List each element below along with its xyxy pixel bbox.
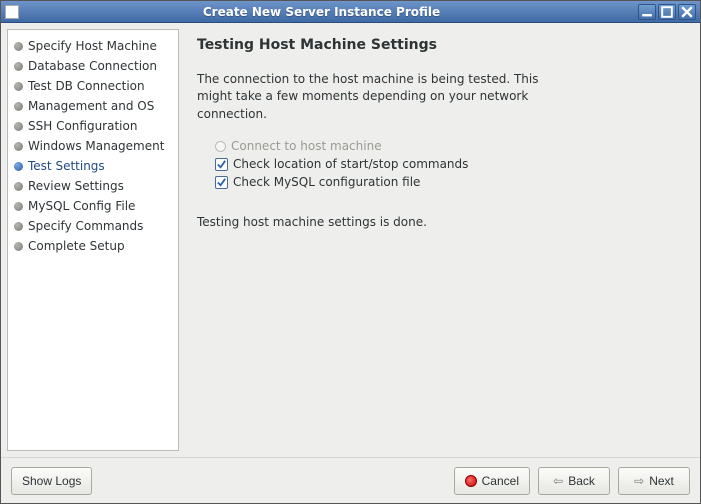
sidebar-item-label: Specify Commands <box>28 219 143 233</box>
maximize-icon <box>659 4 675 20</box>
sidebar-item-mysql-config-file[interactable]: MySQL Config File <box>12 196 174 216</box>
sidebar-item-complete-setup[interactable]: Complete Setup <box>12 236 174 256</box>
step-bullet-icon <box>14 42 23 51</box>
check-label: Connect to host machine <box>231 139 382 153</box>
page-heading: Testing Host Machine Settings <box>197 37 682 53</box>
sidebar-item-label: Review Settings <box>28 179 124 193</box>
window-controls <box>638 4 696 20</box>
step-bullet-icon <box>14 202 23 211</box>
sidebar-item-windows-management[interactable]: Windows Management <box>12 136 174 156</box>
step-bullet-icon <box>14 62 23 71</box>
step-bullet-icon <box>14 182 23 191</box>
wizard-window: Create New Server Instance Profile Speci… <box>0 0 701 504</box>
next-arrow-icon: ⇨ <box>634 474 644 488</box>
back-arrow-icon: ⇦ <box>553 474 563 488</box>
sidebar-item-database-connection[interactable]: Database Connection <box>12 56 174 76</box>
back-button[interactable]: ⇦ Back <box>538 467 610 495</box>
main-panel: Testing Host Machine Settings The connec… <box>179 23 700 457</box>
check-label: Check MySQL configuration file <box>233 175 420 189</box>
step-bullet-icon <box>14 122 23 131</box>
sidebar-item-review-settings[interactable]: Review Settings <box>12 176 174 196</box>
status-text: Testing host machine settings is done. <box>197 215 682 229</box>
sidebar-item-label: MySQL Config File <box>28 199 135 213</box>
step-bullet-icon <box>14 162 23 171</box>
sidebar-item-label: Test DB Connection <box>28 79 145 93</box>
sidebar-item-specify-host-machine[interactable]: Specify Host Machine <box>12 36 174 56</box>
step-bullet-icon <box>14 222 23 231</box>
sidebar-item-test-settings[interactable]: Test Settings <box>12 156 174 176</box>
checkmark-icon <box>215 176 228 189</box>
next-label: Next <box>649 474 674 488</box>
cancel-label: Cancel <box>482 474 519 488</box>
sidebar-item-label: Management and OS <box>28 99 154 113</box>
wizard-steps-sidebar: Specify Host Machine Database Connection T… <box>7 29 179 451</box>
minimize-button[interactable] <box>638 4 656 20</box>
sidebar-item-management-and-os[interactable]: Management and OS <box>12 96 174 116</box>
sidebar-item-test-db-connection[interactable]: Test DB Connection <box>12 76 174 96</box>
sidebar-item-label: Complete Setup <box>28 239 125 253</box>
window-title: Create New Server Instance Profile <box>5 5 638 19</box>
cancel-button[interactable]: Cancel <box>454 467 530 495</box>
close-button[interactable] <box>678 4 696 20</box>
show-logs-label: Show Logs <box>22 474 81 488</box>
sidebar-item-label: Database Connection <box>28 59 157 73</box>
sidebar-item-label: SSH Configuration <box>28 119 137 133</box>
next-button[interactable]: ⇨ Next <box>618 467 690 495</box>
sidebar-item-specify-commands[interactable]: Specify Commands <box>12 216 174 236</box>
show-logs-button[interactable]: Show Logs <box>11 467 92 495</box>
minimize-icon <box>639 4 655 20</box>
checkmark-icon <box>215 158 228 171</box>
back-label: Back <box>568 474 595 488</box>
sidebar-item-label: Test Settings <box>28 159 105 173</box>
sidebar-item-label: Windows Management <box>28 139 164 153</box>
check-row: Check location of start/stop commands <box>197 155 682 173</box>
maximize-button[interactable] <box>658 4 676 20</box>
cancel-icon <box>465 475 477 487</box>
titlebar: Create New Server Instance Profile <box>1 1 700 23</box>
close-icon <box>679 4 695 20</box>
step-bullet-icon <box>14 102 23 111</box>
check-list: Connect to host machine Check location of… <box>197 137 682 191</box>
sidebar-item-ssh-configuration[interactable]: SSH Configuration <box>12 116 174 136</box>
content-area: Specify Host Machine Database Connection T… <box>1 23 700 457</box>
step-bullet-icon <box>14 82 23 91</box>
footer-bar: Show Logs Cancel ⇦ Back ⇨ Next <box>1 457 700 503</box>
check-row: Check MySQL configuration file <box>197 173 682 191</box>
check-label: Check location of start/stop commands <box>233 157 468 171</box>
check-row: Connect to host machine <box>197 137 682 155</box>
step-bullet-icon <box>14 242 23 251</box>
radio-empty-icon <box>215 141 226 152</box>
sidebar-item-label: Specify Host Machine <box>28 39 157 53</box>
step-bullet-icon <box>14 142 23 151</box>
page-description: The connection to the host machine is be… <box>197 71 577 123</box>
